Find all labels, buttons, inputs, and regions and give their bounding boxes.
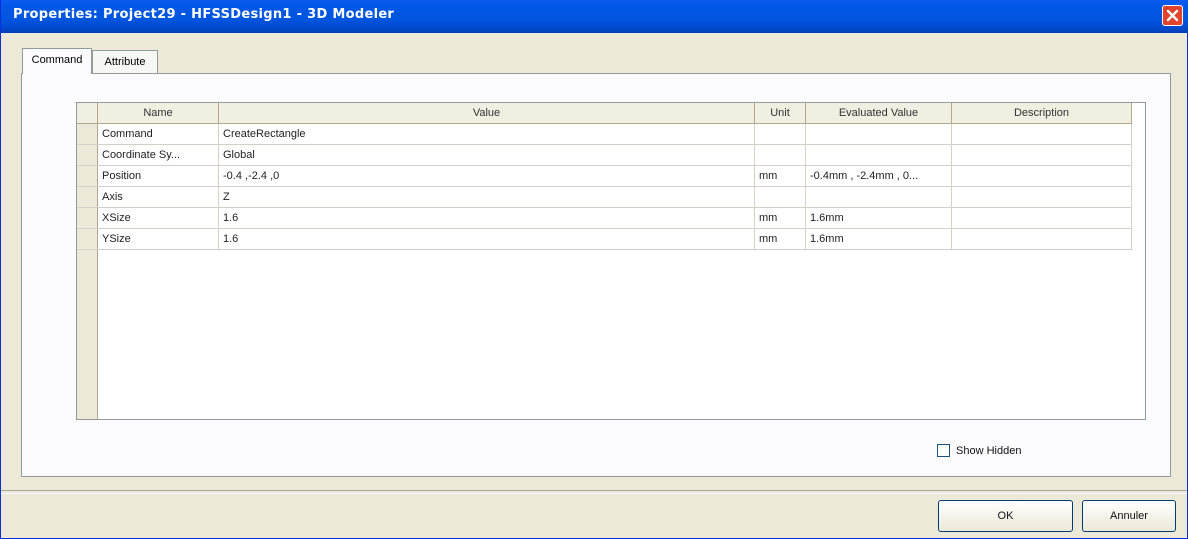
- cell-description[interactable]: [951, 144, 1132, 166]
- cell-value[interactable]: Global: [218, 144, 755, 166]
- table-row[interactable]: Coordinate Sy... Global: [77, 144, 1132, 166]
- cell-evaluated: [805, 144, 952, 166]
- cell-unit[interactable]: mm: [754, 165, 806, 187]
- header-selector: [77, 103, 98, 124]
- cell-description[interactable]: [951, 228, 1132, 250]
- cell-name: YSize: [97, 228, 219, 250]
- properties-grid[interactable]: Name Value Unit Evaluated Value Descript…: [76, 102, 1146, 420]
- properties-dialog: Properties: Project29 - HFSSDesign1 - 3D…: [0, 0, 1188, 539]
- cell-value[interactable]: Z: [218, 186, 755, 208]
- tab-attribute[interactable]: Attribute: [92, 50, 158, 74]
- row-selector[interactable]: [77, 186, 98, 208]
- ok-button[interactable]: OK: [938, 500, 1073, 532]
- cell-unit[interactable]: [754, 123, 806, 145]
- cell-value[interactable]: 1.6: [218, 228, 755, 250]
- cell-name: Position: [97, 165, 219, 187]
- cell-name: Command: [97, 123, 219, 145]
- cell-name: Coordinate Sy...: [97, 144, 219, 166]
- cell-evaluated: [805, 186, 952, 208]
- cancel-button[interactable]: Annuler: [1082, 500, 1176, 532]
- row-selector[interactable]: [77, 207, 98, 229]
- title-bar[interactable]: Properties: Project29 - HFSSDesign1 - 3D…: [1, 0, 1188, 33]
- cell-description[interactable]: [951, 186, 1132, 208]
- tab-panel: Name Value Unit Evaluated Value Descript…: [21, 73, 1171, 477]
- cell-unit[interactable]: [754, 186, 806, 208]
- window-title: Properties: Project29 - HFSSDesign1 - 3D…: [13, 7, 395, 22]
- show-hidden-option[interactable]: Show Hidden: [937, 444, 1021, 457]
- row-selector[interactable]: [77, 144, 98, 166]
- header-name[interactable]: Name: [97, 103, 219, 124]
- table-row[interactable]: Position -0.4 ,-2.4 ,0 mm -0.4mm , -2.4m…: [77, 165, 1132, 187]
- cell-name: XSize: [97, 207, 219, 229]
- header-description[interactable]: Description: [951, 103, 1132, 124]
- cell-description[interactable]: [951, 123, 1132, 145]
- cell-value[interactable]: -0.4 ,-2.4 ,0: [218, 165, 755, 187]
- header-unit[interactable]: Unit: [754, 103, 806, 124]
- row-selector[interactable]: [77, 228, 98, 250]
- cell-unit[interactable]: [754, 144, 806, 166]
- table-row[interactable]: Command CreateRectangle: [77, 123, 1132, 145]
- cell-evaluated: 1.6mm: [805, 207, 952, 229]
- cell-description[interactable]: [951, 165, 1132, 187]
- tab-command[interactable]: Command: [22, 48, 92, 74]
- cell-description[interactable]: [951, 207, 1132, 229]
- close-button[interactable]: [1162, 5, 1183, 26]
- cell-name: Axis: [97, 186, 219, 208]
- cell-evaluated: 1.6mm: [805, 228, 952, 250]
- cell-evaluated: -0.4mm , -2.4mm , 0...: [805, 165, 952, 187]
- cell-unit[interactable]: mm: [754, 228, 806, 250]
- table-row[interactable]: XSize 1.6 mm 1.6mm: [77, 207, 1132, 229]
- table-row[interactable]: YSize 1.6 mm 1.6mm: [77, 228, 1132, 250]
- table-row[interactable]: Axis Z: [77, 186, 1132, 208]
- divider: [1, 490, 1187, 494]
- close-icon: [1166, 9, 1179, 22]
- table-header-row: Name Value Unit Evaluated Value Descript…: [77, 103, 1132, 124]
- header-value[interactable]: Value: [218, 103, 755, 124]
- cell-value[interactable]: CreateRectangle: [218, 123, 755, 145]
- cell-unit[interactable]: mm: [754, 207, 806, 229]
- cell-value[interactable]: 1.6: [218, 207, 755, 229]
- row-selector[interactable]: [77, 123, 98, 145]
- show-hidden-label: Show Hidden: [956, 444, 1022, 457]
- show-hidden-checkbox[interactable]: [937, 444, 950, 457]
- cell-evaluated: [805, 123, 952, 145]
- row-selector[interactable]: [77, 165, 98, 187]
- properties-table: Name Value Unit Evaluated Value Descript…: [77, 103, 1132, 250]
- header-evaluated-value[interactable]: Evaluated Value: [805, 103, 952, 124]
